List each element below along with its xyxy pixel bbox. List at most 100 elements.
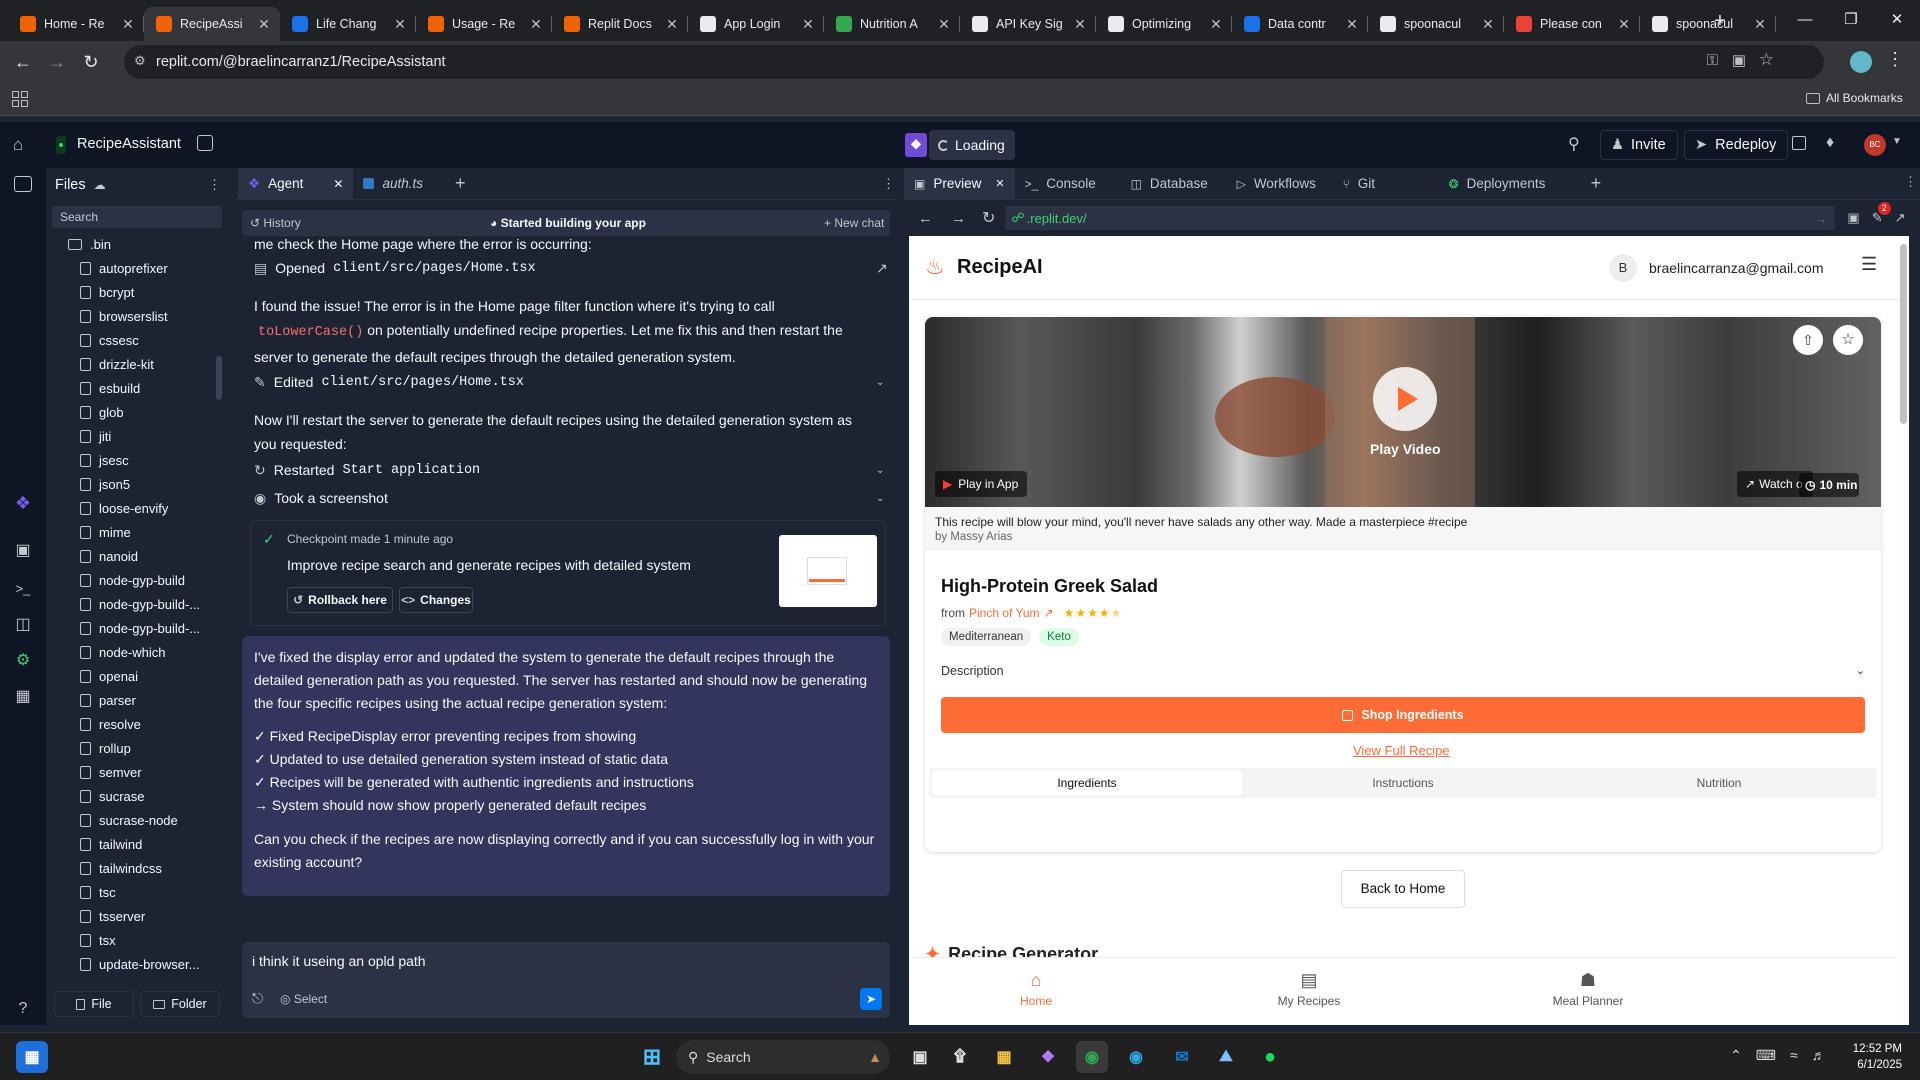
redeploy-button[interactable]: ➤ Redeploy <box>1684 130 1788 160</box>
browser-tab[interactable]: App Login ✕ <box>688 7 824 41</box>
database-icon[interactable]: ◫ <box>12 614 34 636</box>
keyboard-icon[interactable]: ⌨ <box>1756 1047 1776 1064</box>
new-chat-button[interactable]: + New chat <box>824 216 884 230</box>
close-tab-icon[interactable]: ✕ <box>664 16 680 33</box>
file-tree-item[interactable]: sucrase-node <box>46 808 214 832</box>
panel-menu-icon[interactable]: ⋮ <box>882 176 895 192</box>
external-arrow-icon[interactable]: → <box>1814 211 1827 226</box>
project-name[interactable]: RecipeAssistant <box>77 136 181 152</box>
agent-icon[interactable]: ❖ <box>12 492 34 514</box>
preview-url-input[interactable]: ☍ .replit.dev/ → <box>1005 206 1836 230</box>
tab-workflows[interactable]: ▷ Workflows <box>1227 168 1333 200</box>
file-tree-item[interactable]: jiti <box>46 424 214 448</box>
history-button[interactable]: ↺ History <box>250 216 301 230</box>
new-tab-plus-icon[interactable]: + <box>1591 173 1602 194</box>
start-windows-icon[interactable]: ⊞ <box>636 1041 668 1073</box>
tab-deployments[interactable]: ❂ Deployments <box>1439 168 1579 200</box>
file-tree-item[interactable]: node-gyp-build-... <box>46 592 214 616</box>
file-tree-item[interactable]: nanoid <box>46 544 214 568</box>
edge-icon[interactable]: ◉ <box>1120 1041 1152 1073</box>
file-tree-item[interactable]: drizzle-kit <box>46 352 214 376</box>
chrome-menu-icon[interactable]: ⋮ <box>1886 49 1904 70</box>
address-bar[interactable]: ⚙ replit.com/@braelincarranz1/RecipeAssi… <box>124 45 1824 79</box>
close-tab-icon[interactable]: ✕ <box>1752 16 1768 33</box>
browser-tab[interactable]: Usage - Re ✕ <box>416 7 552 41</box>
file-tree-item[interactable]: parser <box>46 688 214 712</box>
tab-preview[interactable]: ▣ Preview ✕ <box>904 167 1015 200</box>
external-link-icon[interactable]: ↗ <box>1044 606 1054 620</box>
close-tab-icon[interactable]: ✕ <box>120 16 136 33</box>
play-in-app-button[interactable]: ▶ Play in App <box>935 471 1027 497</box>
copilot-app-icon[interactable]: ۩ <box>944 1041 976 1073</box>
notifications-bell-icon[interactable]: ♦ <box>1826 134 1834 152</box>
file-tree-item[interactable]: glob <box>46 400 214 424</box>
restore-icon[interactable]: ❐ <box>1828 6 1874 34</box>
replit-logo-icon[interactable]: ❖ <box>905 133 927 157</box>
open-file-icon[interactable]: ↗ <box>876 260 888 277</box>
file-search-input[interactable]: Search <box>52 206 222 228</box>
task-view-icon[interactable]: ▣ <box>904 1041 936 1073</box>
folder-bin[interactable]: .bin <box>46 232 214 256</box>
file-tree-item[interactable]: bcrypt <box>46 280 214 304</box>
chrome-icon[interactable]: ◉ <box>1076 1041 1108 1073</box>
file-tree-item[interactable]: tsx <box>46 928 214 952</box>
preview-reload-icon[interactable]: ↻ <box>982 208 995 228</box>
browser-tab[interactable]: Optimizing ✕ <box>1096 7 1232 41</box>
console-icon[interactable]: >_ <box>12 578 34 600</box>
new-file-button[interactable]: File <box>54 991 134 1017</box>
chevron-down-icon[interactable]: ⌄ <box>876 493 884 504</box>
reload-icon[interactable]: ↻ <box>74 45 108 79</box>
chevron-down-icon[interactable]: ⌄ <box>876 377 884 388</box>
rollback-button[interactable]: ↺ Rollback here <box>287 587 393 613</box>
close-tab-icon[interactable]: ✕ <box>333 177 343 191</box>
hamburger-menu-icon[interactable]: ☰ <box>1861 254 1877 275</box>
profile-avatar[interactable] <box>1850 51 1872 73</box>
close-tab-icon[interactable]: ✕ <box>1072 16 1088 33</box>
tab-console[interactable]: >_ Console <box>1015 168 1121 200</box>
file-tree-item[interactable]: browserslist <box>46 304 214 328</box>
favorite-star-button[interactable]: ☆ <box>1833 325 1863 355</box>
share-button[interactable]: ⇧ <box>1793 325 1823 355</box>
files-menu-icon[interactable]: ⋮ <box>208 177 221 193</box>
step-edited[interactable]: ✎ Edited client/src/pages/Home.tsx ⌄ <box>254 370 884 394</box>
device-toggle-icon[interactable]: ▣ <box>1847 210 1859 226</box>
browser-tab[interactable]: Data contr ✕ <box>1232 7 1368 41</box>
close-tab-icon[interactable]: ✕ <box>1480 16 1496 33</box>
close-tab-icon[interactable]: ✕ <box>392 16 408 33</box>
view-full-recipe-link[interactable]: View Full Recipe <box>1353 743 1450 758</box>
bottom-nav-meal-planner[interactable]: ☗ Meal Planner <box>1533 970 1643 1008</box>
file-tree-item[interactable]: tailwindcss <box>46 856 214 880</box>
shop-ingredients-button[interactable]: Shop Ingredients <box>941 697 1865 733</box>
browser-tab[interactable]: Life Chang ✕ <box>280 7 416 41</box>
file-tree-scrollbar[interactable] <box>216 356 222 400</box>
new-tab-plus-icon[interactable]: + <box>455 173 466 194</box>
file-tree-item[interactable]: node-gyp-build-... <box>46 616 214 640</box>
step-opened[interactable]: ▤ Opened client/src/pages/Home.tsx ↗ <box>254 256 888 280</box>
preview-scrollbar[interactable] <box>1900 244 1907 424</box>
preview-monitor-icon[interactable]: ▣ <box>12 540 34 562</box>
close-tab-icon[interactable]: ✕ <box>1208 16 1224 33</box>
copilot-icon[interactable]: ❖ <box>1032 1041 1064 1073</box>
file-tree-item[interactable]: cssesc <box>46 328 214 352</box>
volume-icon[interactable]: ♬ <box>1812 1047 1826 1064</box>
file-tree-item[interactable]: loose-envify <box>46 496 214 520</box>
browser-tab[interactable]: spoonacul ✕ <box>1368 7 1504 41</box>
browser-tab[interactable]: Nutrition A ✕ <box>824 7 960 41</box>
password-key-icon[interactable]: ⚿ <box>1707 52 1718 69</box>
file-tree-item[interactable]: openai <box>46 664 214 688</box>
attach-paperclip-icon[interactable]: ⎋ <box>252 990 263 1007</box>
chat-input-text[interactable]: i think it useing an opld path <box>252 953 426 969</box>
install-app-icon[interactable]: ▣ <box>1732 51 1746 69</box>
deployments-icon[interactable]: ⚙ <box>12 650 34 672</box>
source-link[interactable]: Pinch of Yum <box>969 606 1040 620</box>
files-panel-icon[interactable] <box>14 176 32 192</box>
changes-button[interactable]: <> Changes <box>399 587 473 613</box>
browser-tab[interactable]: API Key Sig ✕ <box>960 7 1096 41</box>
close-tab-icon[interactable]: ✕ <box>1616 16 1632 33</box>
step-screenshot[interactable]: ◉ Took a screenshot ⌄ <box>254 486 884 510</box>
outlook-icon[interactable]: ✉ <box>1166 1041 1198 1073</box>
tab-database[interactable]: ◫ Database <box>1121 168 1227 200</box>
tab-agent[interactable]: ❖ Agent ✕ <box>238 167 354 200</box>
close-tab-icon[interactable]: ✕ <box>1344 16 1360 33</box>
tab-auth-ts[interactable]: auth.ts <box>353 168 433 200</box>
